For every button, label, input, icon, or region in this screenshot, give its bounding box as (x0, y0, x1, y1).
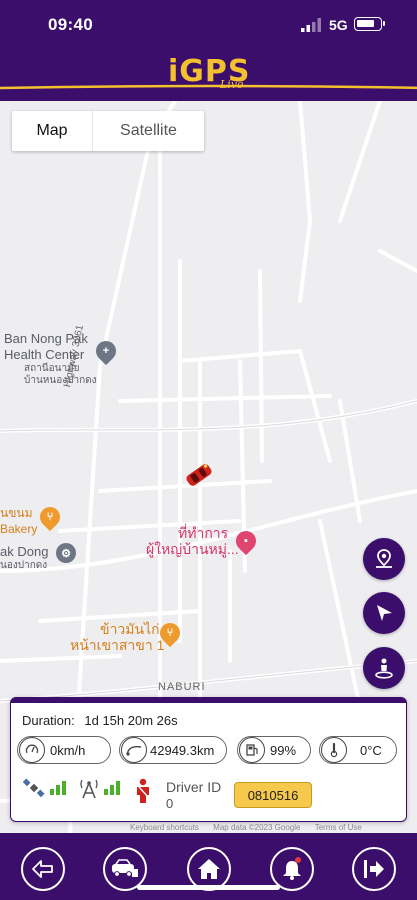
poi-label-th: ที่ทำการ (178, 525, 229, 541)
logout-button[interactable] (352, 847, 396, 891)
poi-label-th: สถานีอนามัย (24, 363, 80, 374)
back-button[interactable] (21, 847, 65, 891)
poi-chicken-rice[interactable]: ข้าวมันไก่ หน้าเขาสาขา 1 (70, 621, 164, 653)
home-indicator (137, 885, 280, 890)
logo-subtext: Live (220, 78, 244, 91)
status-time: 09:40 (48, 15, 93, 34)
map-type-control: Map Satellite (12, 111, 204, 151)
keyboard-shortcuts-link[interactable]: Keyboard shortcuts (130, 823, 199, 832)
vehicle-marker-icon[interactable] (183, 461, 215, 489)
duration-row: Duration: 1d 15h 20m 26s (22, 713, 178, 728)
odometer-stat: 42949.3km (119, 736, 227, 764)
gps-signal-bars-icon (50, 781, 66, 795)
poi-label: Health Center (4, 347, 85, 362)
battery-icon (354, 17, 385, 31)
antenna-icon (80, 779, 98, 799)
vehicle-list-icon (112, 859, 138, 877)
temperature-stat: 0°C (319, 736, 397, 764)
thermometer-icon (321, 737, 347, 763)
health-center-pin-icon[interactable]: + (91, 336, 121, 366)
satellite-icon (23, 778, 45, 798)
temperature-value: 0°C (360, 742, 382, 758)
odometer-value: 42949.3km (150, 742, 215, 758)
driver-id-label: Driver ID (166, 779, 222, 795)
restaurant-pin-icon[interactable]: ⑂ (155, 618, 185, 648)
poi-label-th: ผู้ใหญ่บ้านหมู่... (146, 541, 239, 557)
fuel-value: 99% (270, 742, 297, 758)
poi-label-th: นขนม (0, 506, 33, 520)
map-attribution: Keyboard shortcuts Map data ©2023 Google… (130, 823, 417, 832)
home-icon (198, 859, 220, 879)
app-header: 09:40 5G iGPS Live (0, 0, 417, 101)
poi-pak-dong[interactable]: ak Dong นองปากดง (0, 544, 48, 572)
gear-pin-icon[interactable]: ⚙ (56, 543, 76, 563)
back-icon (32, 860, 53, 878)
cell-signal-icon (301, 18, 321, 32)
seatbelt-icon (137, 778, 149, 803)
duration-label: Duration: (22, 713, 75, 728)
navigation-arrow-icon (377, 605, 392, 621)
street-view-button[interactable] (363, 647, 405, 689)
odometer-icon (121, 737, 147, 763)
map-data-text: Map data ©2023 Google (213, 823, 301, 832)
duration-value: 1d 15h 20m 26s (84, 713, 178, 728)
fuel-icon (239, 737, 265, 763)
map-pin-icon (376, 549, 392, 568)
gsm-signal-bars-icon (104, 781, 120, 795)
network-type: 5G (329, 17, 348, 33)
poi-label-th: ข้าวมันไก่ (100, 621, 160, 637)
pegman-icon (375, 658, 393, 679)
poi-village-office[interactable]: ที่ทำการ ผู้ใหญ่บ้านหมู่... (146, 525, 239, 557)
map-type-map-button[interactable]: Map (12, 111, 92, 151)
poi-label-th: บ้านหนองปากดง (24, 375, 97, 386)
road-label-naburi: NABURI (158, 681, 206, 693)
speed-value: 0km/h (50, 742, 86, 758)
driver-id-code: 0 (166, 796, 174, 811)
driver-id-badge[interactable]: 0810516 (234, 782, 312, 808)
igps-logo: iGPS Live (0, 48, 417, 98)
terms-link[interactable]: Terms of Use (315, 823, 362, 832)
poi-label: ak Dong (0, 544, 49, 559)
speedometer-icon (19, 737, 45, 763)
office-pin-icon[interactable]: ▪ (231, 526, 261, 556)
poi-label-th: นองปากดง (0, 560, 48, 571)
speed-stat: 0km/h (17, 736, 111, 764)
notification-bell-icon (283, 857, 301, 880)
logout-icon (364, 860, 384, 878)
status-bar: 09:40 5G (0, 0, 417, 50)
vehicle-info-card: Duration: 1d 15h 20m 26s 0km/h 42949.3km… (10, 697, 407, 822)
poi-label-th: หน้าเขาสาขา 1 (70, 637, 165, 653)
restaurant-pin-icon[interactable]: ⑂ (35, 502, 65, 532)
navigate-button[interactable] (363, 592, 405, 634)
fuel-stat: 99% (237, 736, 311, 764)
poi-label: Bakery (0, 522, 38, 536)
location-pin-button[interactable] (363, 538, 405, 580)
map-type-satellite-button[interactable]: Satellite (92, 111, 204, 151)
poi-bakery[interactable]: นขนม Bakery (0, 505, 37, 537)
